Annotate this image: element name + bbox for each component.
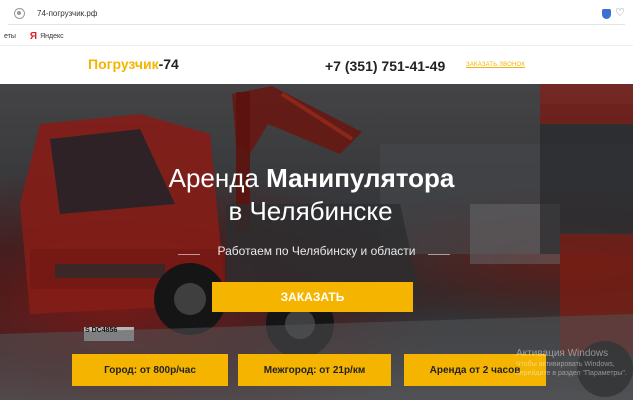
site-logo[interactable]: Погрузчик-74 — [88, 56, 179, 72]
site-info-icon[interactable] — [14, 8, 25, 19]
hero-section: Аренда Манипулятора в Челябинске Работае… — [0, 84, 633, 400]
protect-shield-icon[interactable] — [602, 8, 612, 19]
logo-part2: -74 — [158, 56, 179, 72]
service-intercity-button[interactable]: Межгород: от 21р/км — [238, 354, 391, 386]
hero-subtitle: Работаем по Челябинску и области — [217, 244, 416, 258]
logo-part1: Погрузчик — [88, 56, 159, 72]
site-header: Погрузчик-74 +7 (351) 751-41-49 ЗАКАЗАТЬ… — [0, 46, 633, 84]
hero-title-regular: Аренда — [168, 163, 267, 193]
address-actions: ♡ — [602, 8, 625, 19]
phone-number[interactable]: +7 (351) 751-41-49 — [325, 58, 445, 74]
truck-plate: S DC4856 — [85, 327, 118, 334]
address-field[interactable]: 74-погрузчик.рф ♡ — [8, 3, 625, 25]
service-city-button[interactable]: Город: от 800р/час — [72, 354, 228, 386]
browser-address-bar: 74-погрузчик.рф ♡ — [0, 0, 633, 28]
url-text[interactable]: 74-погрузчик.рф — [37, 9, 97, 18]
bookmark-truncated[interactable]: еты — [4, 33, 16, 40]
hero-title-line2: в Челябинске — [228, 196, 393, 226]
yandex-logo-icon: Я — [29, 31, 38, 42]
favorite-heart-icon[interactable]: ♡ — [615, 8, 625, 19]
callback-link[interactable]: ЗАКАЗАТЬ ЗВОНОК — [466, 62, 525, 68]
order-button[interactable]: ЗАКАЗАТЬ — [212, 282, 413, 312]
watermark-line2: Чтобы активировать Windows, перейдите в … — [516, 361, 627, 377]
screenshot-root: 74-погрузчик.рф ♡ еты Я Яндекс Погрузчик… — [0, 0, 633, 400]
watermark-line1: Активация Windows — [516, 348, 609, 359]
hero-title-bold: Манипулятора — [266, 163, 455, 193]
hero-title-line1: Аренда Манипулятора — [0, 162, 628, 194]
bookmark-yandex[interactable]: Яндекс — [40, 33, 64, 40]
bookmarks-bar: еты Я Яндекс — [0, 28, 633, 46]
windows-activation-watermark: Активация Windows Чтобы активировать Win… — [516, 348, 633, 378]
